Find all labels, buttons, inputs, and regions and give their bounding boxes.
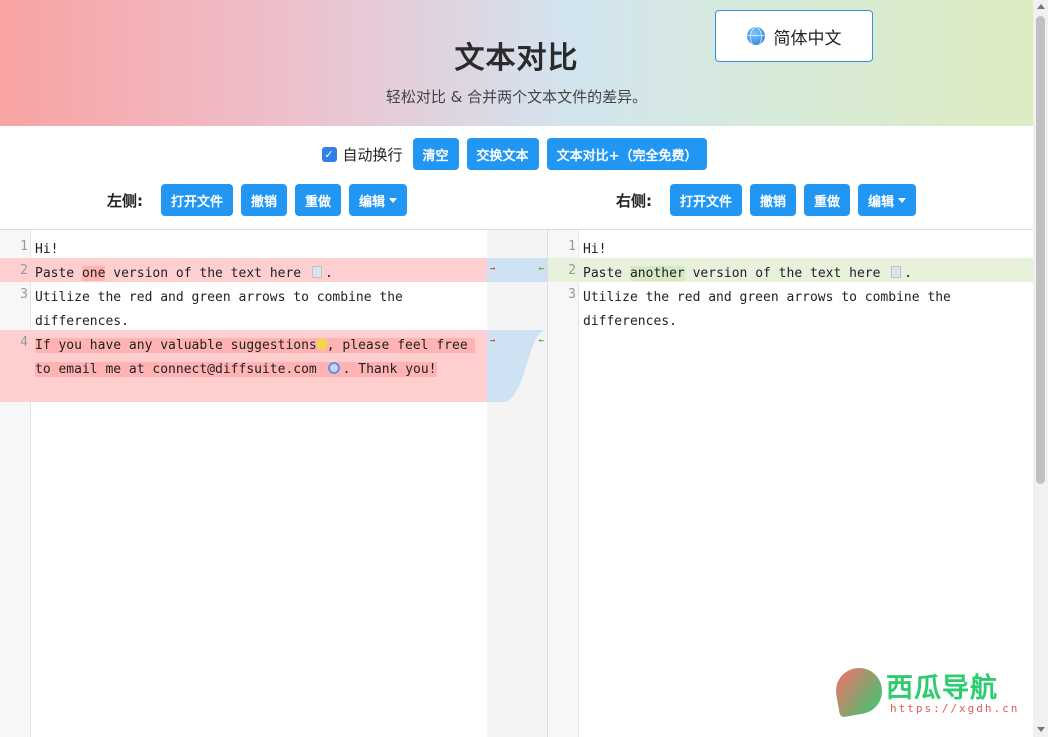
line-number: 2 <box>568 263 576 278</box>
page-subtitle: 轻松对比 & 合并两个文本文件的差异。 <box>385 88 648 106</box>
watermark-text: 西瓜导航 <box>886 673 998 704</box>
line-number: 1 <box>20 239 28 254</box>
page-scrollbar[interactable] <box>1033 0 1048 737</box>
right-open-file-button[interactable]: 打开文件 <box>670 184 743 216</box>
line-number: 4 <box>0 335 28 350</box>
document-icon <box>891 266 902 278</box>
line-number: 3 <box>20 287 28 302</box>
diff-plus-button[interactable]: 文本对比+（完全免费） <box>546 138 708 170</box>
text-segment: . Thank you! <box>342 362 437 377</box>
scroll-up-icon[interactable] <box>1037 4 1045 9</box>
checkbox-checked-icon[interactable]: ✓ <box>321 146 337 162</box>
editor-line[interactable]: 3 Utilize the red and green arrows to co… <box>548 282 1033 330</box>
left-open-file-button[interactable]: 打开文件 <box>161 184 234 216</box>
line-text: If you have any valuable suggestions, pl… <box>35 334 479 382</box>
arrow-right-icon[interactable]: ⇝ <box>490 264 495 274</box>
changed-word: one <box>81 266 106 281</box>
text-segment: If you have any valuable suggestions <box>35 338 317 353</box>
text-segment: version of the text here <box>105 266 309 281</box>
diff-app: 文本对比 轻松对比 & 合并两个文本文件的差异。 简体中文 ✓ 自动换行 清空 … <box>0 0 1048 737</box>
lightbulb-icon <box>316 338 327 350</box>
email-icon <box>327 362 340 374</box>
language-button[interactable]: 简体中文 <box>715 10 873 62</box>
editor-line-deleted[interactable]: 4 If you have any valuable suggestions, … <box>0 330 487 402</box>
language-label: 简体中文 <box>773 28 842 49</box>
caret-down-icon <box>389 197 398 203</box>
main-toolbar: ✓ 自动换行 清空 交换文本 文本对比+（完全免费） <box>0 138 1033 170</box>
watermark-url: https://xgdh.cn <box>890 702 1020 715</box>
caret-down-icon <box>898 197 907 203</box>
left-side-label: 左侧: <box>107 191 143 210</box>
right-toolbar: 右侧: 打开文件 撤销 重做 编辑 <box>616 184 920 216</box>
editor-line-deleted[interactable]: 2 Paste one version of the text here . <box>0 258 487 282</box>
arrow-left-icon[interactable]: ⇜ <box>539 336 544 346</box>
arrow-left-icon[interactable]: ⇜ <box>539 264 544 274</box>
left-editor[interactable]: 1 Hi! 2 Paste one version of the text he… <box>0 229 487 737</box>
line-number: 2 <box>0 263 28 278</box>
editor-line[interactable]: 3 Utilize the red and green arrows to co… <box>0 282 487 330</box>
auto-wrap-label: 自动换行 <box>342 145 403 164</box>
text-segment: Paste <box>583 266 630 281</box>
line-text: Utilize the red and green arrows to comb… <box>583 290 959 329</box>
line-text: Utilize the red and green arrows to comb… <box>35 290 411 329</box>
editor-line[interactable]: 1 Hi! <box>548 234 1033 258</box>
right-edit-dropdown[interactable]: 编辑 <box>858 184 917 216</box>
document-icon <box>311 266 322 278</box>
right-redo-button[interactable]: 重做 <box>804 184 851 216</box>
editor-line[interactable]: 1 Hi! <box>0 234 487 258</box>
page-title: 文本对比 <box>454 41 579 76</box>
left-undo-button[interactable]: 撤销 <box>241 184 288 216</box>
text-segment: version of the text here <box>684 266 889 281</box>
changed-text: If you have any valuable suggestions, pl… <box>35 338 476 377</box>
globe-icon <box>746 27 765 45</box>
swap-text-button[interactable]: 交换文本 <box>466 138 539 170</box>
left-toolbar: 左侧: 打开文件 撤销 重做 编辑 <box>107 184 411 216</box>
changed-word: another <box>629 266 685 281</box>
right-side-label: 右侧: <box>616 191 652 210</box>
editor-line-inserted[interactable]: 2 Paste another version of the text here… <box>548 258 1033 282</box>
line-number: 1 <box>568 239 576 254</box>
line-number: 3 <box>568 287 576 302</box>
hero-banner: 文本对比 轻松对比 & 合并两个文本文件的差异。 简体中文 <box>0 0 1033 126</box>
watermelon-logo-icon <box>832 664 886 718</box>
arrow-right-icon[interactable]: ⇝ <box>490 336 495 346</box>
merge-gutter: ⇝ ⇜ ⇝ ⇜ <box>487 229 547 737</box>
auto-wrap-toggle[interactable]: ✓ 自动换行 <box>321 144 403 165</box>
right-editor[interactable]: 1 Hi! 2 Paste another version of the tex… <box>547 229 1033 737</box>
left-edit-label: 编辑 <box>359 194 386 210</box>
left-edit-dropdown[interactable]: 编辑 <box>349 184 408 216</box>
watermark: 西瓜导航 https://xgdh.cn <box>832 664 1028 718</box>
change-connector: ⇝ ⇜ <box>487 258 547 282</box>
text-segment: Paste <box>35 266 82 281</box>
scroll-thumb[interactable] <box>1036 16 1045 484</box>
scroll-down-icon[interactable] <box>1037 727 1045 732</box>
right-undo-button[interactable]: 撤销 <box>750 184 797 216</box>
right-edit-label: 编辑 <box>868 194 895 210</box>
clear-button[interactable]: 清空 <box>412 138 459 170</box>
left-redo-button[interactable]: 重做 <box>295 184 342 216</box>
